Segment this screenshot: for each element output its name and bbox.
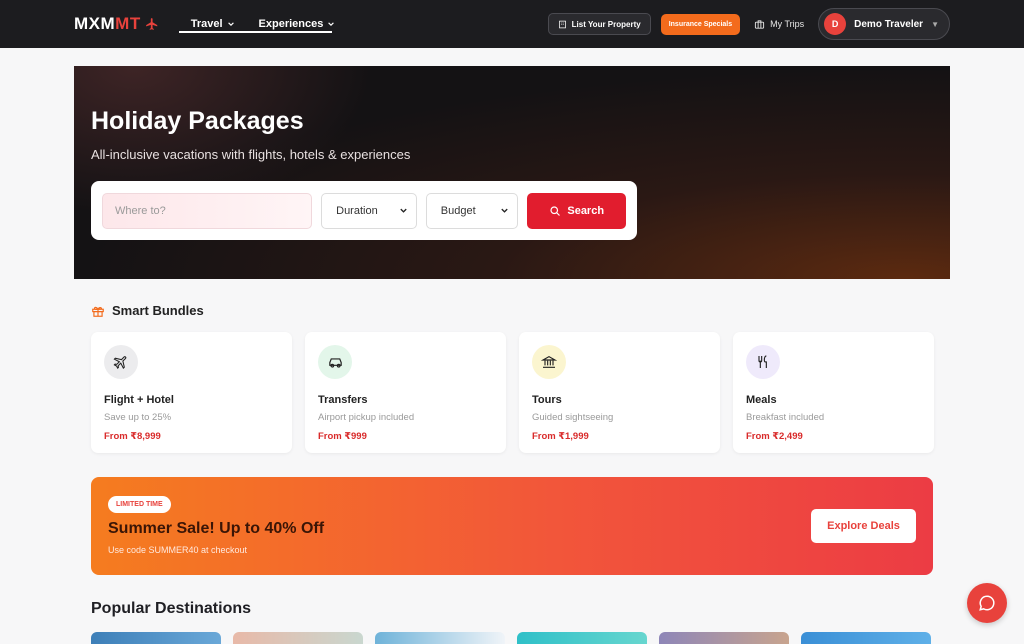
utensils-icon xyxy=(746,345,780,379)
nav-travel[interactable]: Travel xyxy=(179,0,247,48)
specials-label: Insurance Specials xyxy=(668,20,733,28)
duration-select[interactable]: Duration xyxy=(321,192,417,229)
destination-thumbnail[interactable] xyxy=(233,632,363,644)
promo-subtitle: Use code SUMMER40 at checkout xyxy=(108,545,248,555)
bundle-subtitle: Breakfast included xyxy=(746,412,825,423)
promo-banner: LIMITED TIME Summer Sale! Up to 40% Off … xyxy=(91,477,933,575)
nav-travel-label: Travel xyxy=(190,18,223,30)
nav-links: Travel Experiences xyxy=(178,0,348,48)
search-button-label: Search xyxy=(567,204,605,217)
nav-right: List Your Property Insurance Specials My… xyxy=(547,8,950,40)
avatar: D xyxy=(824,13,847,35)
destination-thumbnails xyxy=(91,632,931,644)
bundle-title: Meals xyxy=(746,394,777,406)
bundle-card-tours[interactable]: Tours Guided sightseeing From ₹1,999 xyxy=(519,332,720,453)
my-trips-link[interactable]: My Trips xyxy=(754,19,804,30)
destination-input[interactable] xyxy=(102,192,313,229)
list-property-button[interactable]: List Your Property xyxy=(547,13,651,35)
gift-icon xyxy=(92,306,104,317)
destination-thumbnail[interactable] xyxy=(517,632,647,644)
explore-deals-button[interactable]: Explore Deals xyxy=(811,509,916,543)
logo[interactable]: MXMMT xyxy=(74,14,159,34)
chevron-down-icon xyxy=(400,208,407,213)
user-menu[interactable]: D Demo Traveler ▼ xyxy=(818,8,950,40)
promo-title: Summer Sale! Up to 40% Off xyxy=(108,520,325,537)
bundles-row: Flight + Hotel Save up to 25% From ₹8,99… xyxy=(91,332,934,453)
smart-bundles-title: Smart Bundles xyxy=(112,303,204,318)
budget-select[interactable]: Budget xyxy=(425,192,519,229)
car-icon xyxy=(318,345,352,379)
smart-bundles-heading: Smart Bundles xyxy=(91,303,204,318)
page-subtitle: All-inclusive vacations with flights, ho… xyxy=(91,147,411,162)
bundle-price: From ₹8,999 xyxy=(104,431,161,442)
plane-icon xyxy=(104,345,138,379)
chat-button[interactable] xyxy=(967,583,1007,623)
top-nav: MXMMT Travel Experiences List Your Prope… xyxy=(0,0,1024,48)
bundle-card-transfers[interactable]: Transfers Airport pickup included From ₹… xyxy=(305,332,506,453)
building-icon xyxy=(558,20,566,28)
bundle-title: Transfers xyxy=(318,394,368,406)
budget-value: Budget xyxy=(440,204,476,217)
destination-thumbnail[interactable] xyxy=(801,632,931,644)
bundle-price: From ₹2,499 xyxy=(746,431,803,442)
specials-button[interactable]: Insurance Specials xyxy=(660,13,741,35)
duration-value: Duration xyxy=(336,204,378,217)
chevron-down-icon xyxy=(227,22,234,26)
nav-experiences-label: Experiences xyxy=(258,18,324,30)
user-name: Demo Traveler xyxy=(854,18,924,30)
bundle-price: From ₹999 xyxy=(318,431,367,442)
bundle-title: Flight + Hotel xyxy=(104,394,174,406)
chevron-down-icon xyxy=(328,22,335,26)
limited-time-badge: LIMITED TIME xyxy=(108,496,171,513)
plane-logo-icon xyxy=(145,18,157,30)
bundle-subtitle: Guided sightseeing xyxy=(532,412,614,423)
search-panel: Duration Budget Search xyxy=(91,181,637,240)
search-button[interactable]: Search xyxy=(527,192,626,229)
bundle-price: From ₹1,999 xyxy=(532,431,589,442)
my-trips-label: My Trips xyxy=(770,19,805,29)
nav-experiences[interactable]: Experiences xyxy=(247,0,348,48)
bundle-subtitle: Airport pickup included xyxy=(318,412,415,423)
page-title: Holiday Packages xyxy=(91,107,304,135)
destination-thumbnail[interactable] xyxy=(659,632,789,644)
nav-active-underline xyxy=(178,31,332,33)
bundle-card-meals[interactable]: Meals Breakfast included From ₹2,499 xyxy=(733,332,934,453)
suitcase-icon xyxy=(755,19,765,29)
bundle-title: Tours xyxy=(532,394,562,406)
chat-bubble-icon xyxy=(979,595,995,611)
destination-thumbnail[interactable] xyxy=(375,632,505,644)
list-property-label: List Your Property xyxy=(571,19,641,29)
search-icon xyxy=(550,205,561,216)
popular-destinations-heading: Popular Destinations xyxy=(91,600,252,617)
landmark-icon xyxy=(532,345,566,379)
bundle-card-flight-hotel[interactable]: Flight + Hotel Save up to 25% From ₹8,99… xyxy=(91,332,292,453)
bundle-subtitle: Save up to 25% xyxy=(104,412,172,423)
destination-thumbnail[interactable] xyxy=(91,632,221,644)
hero-banner: Holiday Packages All-inclusive vacations… xyxy=(74,66,950,279)
chevron-down-icon xyxy=(501,208,509,213)
logo-text: MXMMT xyxy=(74,14,141,33)
caret-down-icon: ▼ xyxy=(931,19,939,29)
